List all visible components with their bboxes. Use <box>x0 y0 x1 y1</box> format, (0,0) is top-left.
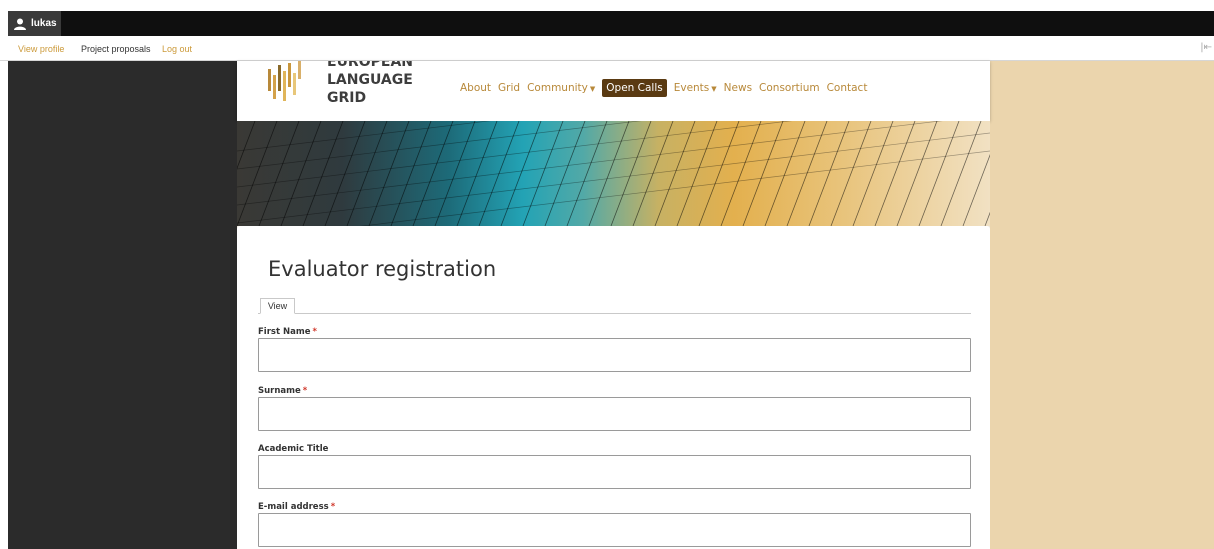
academic-title-label: Academic Title <box>258 444 328 454</box>
label-text: Academic Title <box>258 444 329 454</box>
surname-label: Surname * <box>258 386 307 396</box>
nav-label: About <box>460 82 492 94</box>
logo-line-3: GRID <box>327 90 367 106</box>
surname-input[interactable] <box>258 397 971 431</box>
nav-events[interactable]: Events ▼ <box>674 82 717 94</box>
dropdown-caret-icon: ▼ <box>589 85 596 93</box>
banner-grid-lines <box>237 121 990 226</box>
first-name-label: First Name * <box>258 327 317 337</box>
toolbar-tray: View profile Project proposals Log out |… <box>0 36 1214 61</box>
header-banner-image <box>237 121 990 226</box>
page-title: Evaluator registration <box>268 257 497 281</box>
toolbar-bar-dark <box>8 11 1214 36</box>
project-proposals-link[interactable]: Project proposals <box>81 44 151 54</box>
nav-about[interactable]: About <box>460 82 491 94</box>
view-profile-link[interactable]: View profile <box>18 44 64 54</box>
main-nav: About Grid Community ▼ Open Calls Events ▼… <box>460 79 874 97</box>
label-text: Surname <box>258 386 301 396</box>
nav-consortium[interactable]: Consortium <box>759 82 820 94</box>
site-header: EUROPEAN LANGUAGE GRID About Grid Commun… <box>237 61 990 121</box>
email-input[interactable] <box>258 513 971 547</box>
logo-line-2: LANGUAGE <box>327 72 413 88</box>
nav-label: News <box>723 82 753 94</box>
nav-grid[interactable]: Grid <box>498 82 520 94</box>
tabs-divider <box>258 313 971 314</box>
label-text: First Name <box>258 327 311 337</box>
tab-view[interactable]: View <box>260 298 295 314</box>
page-backdrop-left <box>8 61 237 549</box>
admin-toolbar: lukas <box>0 0 1214 36</box>
required-marker: * <box>302 386 308 396</box>
nav-label: Grid <box>498 82 521 94</box>
nav-open-calls[interactable]: Open Calls <box>602 79 667 97</box>
tray-orientation-toggle-icon[interactable]: |⇤ <box>1200 42 1212 53</box>
dropdown-caret-icon: ▼ <box>711 85 717 93</box>
nav-news[interactable]: News <box>724 82 752 94</box>
email-label: E-mail address * <box>258 502 335 512</box>
logo-line-1: EUROPEAN <box>327 61 413 70</box>
user-menu-tab[interactable]: lukas <box>8 11 61 36</box>
label-text: E-mail address <box>258 502 329 512</box>
elg-logo-icon[interactable] <box>265 61 307 105</box>
first-name-input[interactable] <box>258 338 971 372</box>
nav-label: Open Calls <box>606 82 663 94</box>
nav-label: Events <box>673 82 710 94</box>
content-card: Evaluator registration View First Name * … <box>237 226 990 549</box>
nav-label: Contact <box>826 82 868 94</box>
nav-label: Consortium <box>759 82 820 94</box>
academic-title-input[interactable] <box>258 455 971 489</box>
site-logo-text[interactable]: EUROPEAN LANGUAGE GRID <box>327 61 413 107</box>
nav-community[interactable]: Community ▼ <box>527 82 595 94</box>
nav-contact[interactable]: Contact <box>827 82 868 94</box>
nav-label: Community <box>527 82 588 94</box>
required-marker: * <box>330 502 336 512</box>
user-name: lukas <box>31 18 57 29</box>
page-backdrop-right <box>990 61 1214 549</box>
user-icon <box>14 18 26 30</box>
log-out-link[interactable]: Log out <box>162 44 192 54</box>
required-marker: * <box>312 327 317 337</box>
